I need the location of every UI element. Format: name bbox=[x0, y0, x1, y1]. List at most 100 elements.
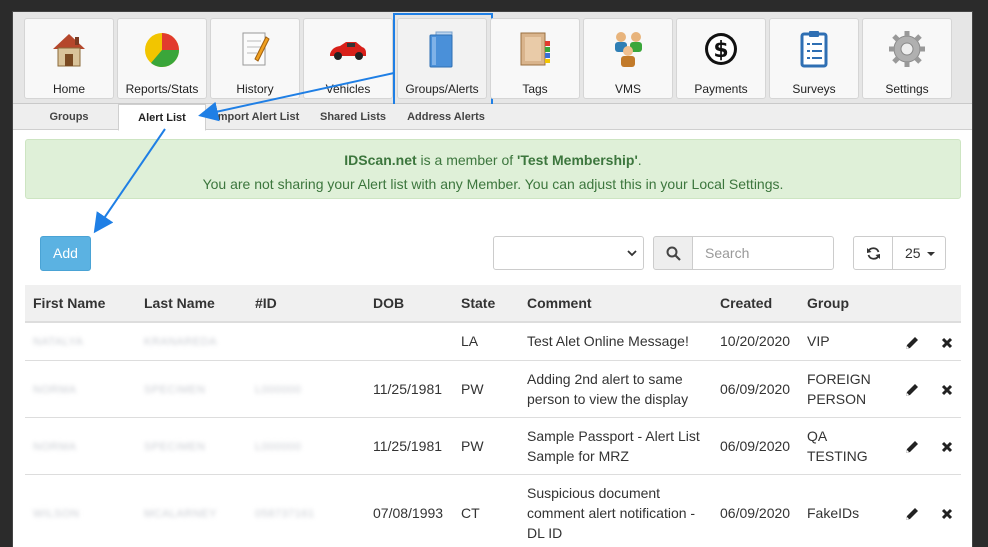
membership-end: . bbox=[637, 152, 642, 168]
pencil-icon bbox=[906, 508, 918, 521]
nav-reports-stats[interactable]: Reports/Stats bbox=[117, 18, 207, 99]
col-id[interactable]: #ID bbox=[247, 285, 365, 323]
cell-created: 06/09/2020 bbox=[712, 416, 799, 474]
cell-id: 058737161 bbox=[255, 507, 315, 520]
close-icon bbox=[941, 441, 953, 452]
nav-surveys[interactable]: Surveys bbox=[769, 18, 859, 99]
gear-icon bbox=[889, 31, 925, 67]
clipboard-icon bbox=[800, 31, 828, 68]
search-button[interactable] bbox=[653, 236, 693, 270]
svg-text:$: $ bbox=[713, 38, 728, 63]
close-icon bbox=[941, 508, 953, 520]
pencil-icon bbox=[906, 440, 918, 453]
comment-line: comment alert notification - bbox=[527, 504, 696, 521]
tab-address-alerts[interactable]: Address Alerts bbox=[401, 104, 491, 130]
delete-button[interactable] bbox=[925, 359, 961, 417]
col-dob[interactable]: DOB bbox=[365, 285, 453, 323]
group-line: VIP bbox=[807, 333, 830, 350]
cell-state: PW bbox=[453, 359, 519, 417]
col-last-name[interactable]: Last Name bbox=[136, 285, 247, 323]
cell-state: LA bbox=[453, 321, 519, 360]
chevron-down-icon bbox=[627, 250, 637, 257]
group-line: FOREIGN bbox=[807, 370, 871, 387]
edit-button[interactable] bbox=[891, 359, 925, 417]
cell-created: 10/20/2020 bbox=[712, 321, 799, 360]
add-button[interactable]: Add bbox=[40, 236, 91, 271]
pie-chart-icon bbox=[145, 33, 180, 68]
nav-label: Surveys bbox=[792, 82, 836, 96]
nav-label: Tags bbox=[522, 82, 548, 96]
pencil-icon bbox=[906, 383, 918, 396]
col-state[interactable]: State bbox=[453, 285, 519, 323]
tab-alert-list[interactable]: Alert List bbox=[118, 104, 206, 131]
delete-button[interactable] bbox=[925, 321, 961, 360]
cell-first-name: NORMA bbox=[33, 440, 77, 453]
comment-line: Sample Passport - Alert List bbox=[527, 427, 700, 444]
cell-first-name: WILSON bbox=[33, 507, 80, 520]
filter-select[interactable] bbox=[493, 236, 644, 270]
nav-groups-alerts[interactable]: Groups/Alerts bbox=[393, 13, 493, 106]
alert-table: First Name Last Name #ID DOB State Comme… bbox=[25, 285, 961, 547]
search-group bbox=[653, 236, 834, 270]
delete-button[interactable] bbox=[925, 416, 961, 474]
membership-alert: IDScan.net is a member of 'Test Membersh… bbox=[25, 139, 961, 199]
nav-settings[interactable]: Settings bbox=[862, 18, 952, 99]
table-row[interactable]: WILSON MCALARNEY 058737161 07/08/1993 CT… bbox=[25, 473, 961, 547]
house-icon bbox=[53, 34, 85, 67]
people-icon bbox=[615, 32, 642, 67]
cell-dob: 11/25/1981 bbox=[365, 359, 453, 417]
table-row[interactable]: NORMA SPECIMEN L000000 11/25/1981 PW Add… bbox=[25, 359, 961, 417]
tab-groups[interactable]: Groups bbox=[23, 104, 115, 130]
delete-button[interactable] bbox=[925, 473, 961, 547]
nav-label: Groups/Alerts bbox=[405, 82, 479, 96]
nav-home[interactable]: Home bbox=[24, 18, 114, 99]
dollar-icon: $ bbox=[705, 33, 737, 65]
close-icon bbox=[941, 337, 953, 348]
tab-import-alert-list[interactable]: Import Alert List bbox=[209, 104, 305, 130]
cell-comment: Adding 2nd alert to same person to view t… bbox=[519, 359, 712, 417]
cell-state: CT bbox=[453, 473, 519, 547]
tab-shared-lists[interactable]: Shared Lists bbox=[314, 104, 392, 130]
sub-tabs: Groups Alert List Import Alert List Shar… bbox=[13, 104, 972, 131]
page-size-value: 25 bbox=[905, 245, 921, 261]
table-row[interactable]: NORMA SPECIMEN L000000 11/25/1981 PW Sam… bbox=[25, 416, 961, 474]
comment-line: DL ID bbox=[527, 524, 563, 541]
edit-button[interactable] bbox=[891, 321, 925, 360]
app-window: Home Reports/Stats History Vehicles Grou… bbox=[12, 11, 973, 547]
group-line: QA bbox=[807, 427, 828, 444]
nav-label: Vehicles bbox=[325, 82, 371, 96]
col-created[interactable]: Created bbox=[712, 285, 799, 323]
nav-tags[interactable]: Tags bbox=[490, 18, 580, 99]
nav-label: VMS bbox=[614, 82, 641, 96]
org-name: IDScan.net bbox=[344, 152, 417, 168]
edit-button[interactable] bbox=[891, 473, 925, 547]
pencil-icon bbox=[906, 336, 918, 349]
document-pencil-icon bbox=[242, 32, 270, 66]
refresh-icon bbox=[867, 247, 880, 260]
nav-label: Reports/Stats bbox=[125, 82, 199, 96]
refresh-button[interactable] bbox=[853, 236, 893, 270]
search-input[interactable] bbox=[692, 236, 834, 270]
table-row[interactable]: NATALYA KRANAREDA LA Test Alet Online Me… bbox=[25, 321, 961, 360]
caret-down-icon bbox=[927, 252, 935, 256]
col-comment[interactable]: Comment bbox=[519, 285, 712, 323]
cell-last-name: SPECIMEN bbox=[144, 383, 206, 396]
col-group[interactable]: Group bbox=[799, 285, 891, 323]
cell-group: FOREIGN PERSON bbox=[799, 359, 891, 417]
col-first-name[interactable]: First Name bbox=[25, 285, 136, 323]
edit-button[interactable] bbox=[891, 416, 925, 474]
page-size-dropdown[interactable]: 25 bbox=[892, 236, 946, 270]
group-line: FakeIDs bbox=[807, 504, 860, 521]
search-icon bbox=[666, 246, 681, 261]
close-icon bbox=[941, 384, 953, 395]
nav-payments[interactable]: $ Payments bbox=[676, 18, 766, 99]
tags-icon bbox=[520, 32, 550, 66]
nav-history[interactable]: History bbox=[210, 18, 300, 99]
comment-line: person to view the display bbox=[527, 390, 689, 407]
cell-comment: Suspicious document comment alert notific… bbox=[519, 473, 712, 547]
sharing-notice: You are not sharing your Alert list with… bbox=[202, 176, 784, 192]
nav-vehicles[interactable]: Vehicles bbox=[303, 18, 393, 99]
group-line: PERSON bbox=[807, 390, 867, 407]
nav-vms[interactable]: VMS bbox=[583, 18, 673, 99]
cell-last-name: MCALARNEY bbox=[144, 507, 217, 520]
